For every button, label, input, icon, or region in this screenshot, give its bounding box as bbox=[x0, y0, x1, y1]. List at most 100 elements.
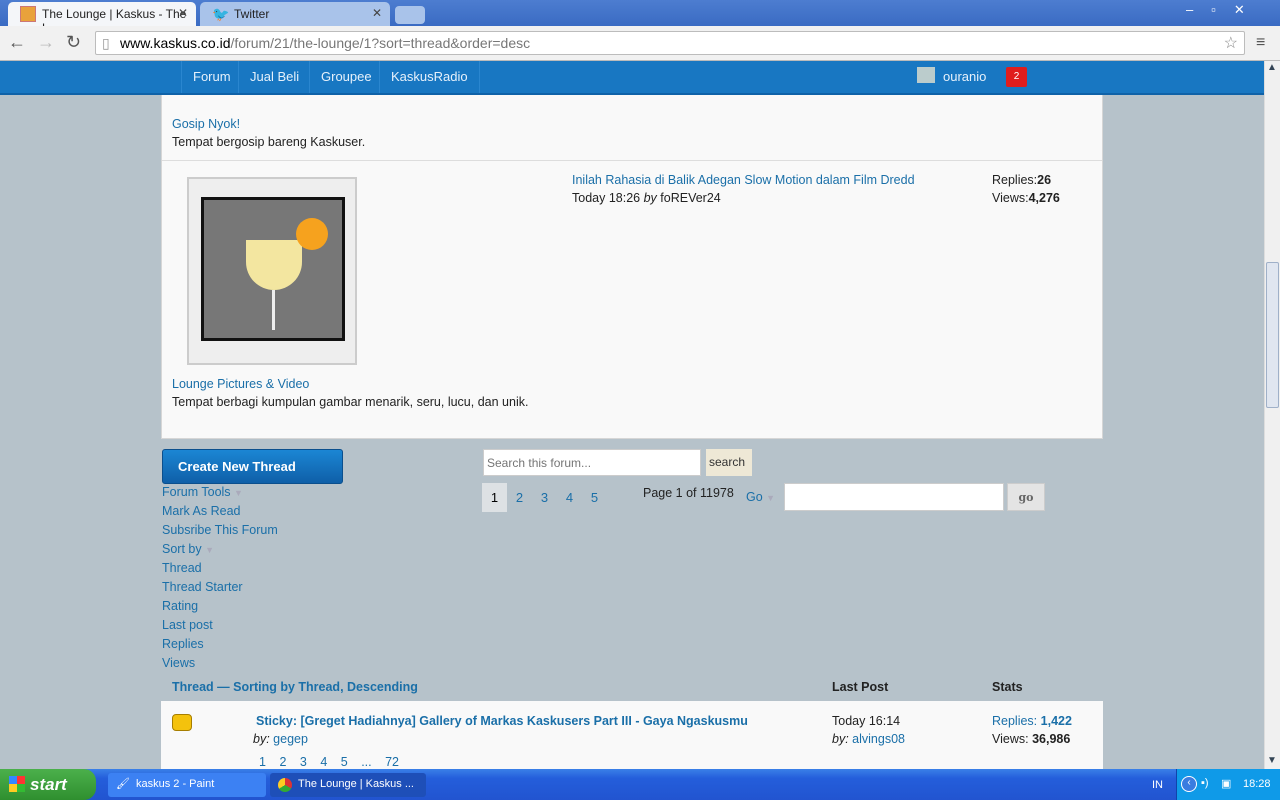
last-user-link[interactable]: alvings08 bbox=[852, 732, 905, 746]
by-label: by bbox=[643, 191, 657, 205]
vertical-scrollbar[interactable] bbox=[1264, 61, 1280, 769]
sort-by-menu[interactable]: Sort by ▼ bbox=[162, 542, 214, 556]
caret-down-icon: ▼ bbox=[205, 545, 215, 555]
thread-page-link[interactable]: 4 bbox=[320, 755, 327, 769]
replies-label: Replies: bbox=[992, 173, 1038, 187]
sort-thread[interactable]: Thread bbox=[162, 561, 202, 575]
clock[interactable]: 18:28 bbox=[1243, 778, 1271, 790]
thread-page-link[interactable]: 1 bbox=[259, 755, 266, 769]
back-icon[interactable]: ← bbox=[8, 32, 26, 53]
system-tray: ‹ ▪) ▣ 18:28 bbox=[1176, 769, 1280, 800]
forward-icon[interactable]: → bbox=[37, 32, 55, 53]
thread-page-link[interactable]: 5 bbox=[341, 755, 348, 769]
go-button[interactable]: go bbox=[1007, 483, 1045, 511]
thread-page-link[interactable]: 3 bbox=[300, 755, 307, 769]
replies-count[interactable]: 1,422 bbox=[1041, 714, 1072, 728]
monitor-icon[interactable]: ▣ bbox=[1221, 777, 1231, 790]
show-hidden-icons[interactable]: ‹ bbox=[1181, 776, 1197, 792]
new-tab-button[interactable] bbox=[395, 6, 425, 24]
sort-thread-starter[interactable]: Thread Starter bbox=[162, 580, 243, 594]
scroll-up-icon[interactable]: ▲ bbox=[1267, 62, 1277, 73]
nav-jual-beli[interactable]: Jual Beli bbox=[238, 61, 310, 93]
bookmark-star-icon[interactable]: ☆ bbox=[1224, 33, 1238, 53]
scroll-down-icon[interactable]: ▼ bbox=[1267, 755, 1277, 766]
network-icon[interactable]: ▪) bbox=[1201, 777, 1209, 789]
nav-kaskusradio[interactable]: KaskusRadio bbox=[379, 61, 480, 93]
last-post-by: by: alvings08 bbox=[832, 732, 905, 746]
paint-icon: 🖌 bbox=[116, 778, 130, 790]
replies-label: Replies: bbox=[992, 714, 1038, 728]
create-new-thread-button[interactable]: Create New Thread bbox=[162, 449, 343, 484]
sort-rating[interactable]: Rating bbox=[162, 599, 198, 613]
stats-column-header: Stats bbox=[992, 680, 1023, 694]
starter-link[interactable]: gegep bbox=[273, 732, 308, 746]
thread-title-link[interactable]: Sticky: [Greget Hadiahnya] Gallery of Ma… bbox=[256, 714, 748, 728]
views-stat: Views:4,276 bbox=[992, 191, 1060, 205]
search-input[interactable] bbox=[483, 449, 701, 476]
forum-tools-menu[interactable]: Forum Tools ▼ bbox=[162, 485, 243, 499]
tab-twitter[interactable]: 🐦 Twitter ✕ bbox=[200, 2, 390, 26]
caret-down-icon: ▼ bbox=[234, 488, 243, 498]
replies-stat: Replies: 1,422 bbox=[992, 714, 1072, 728]
site-navbar: Forum Jual Beli Groupee KaskusRadio oura… bbox=[0, 61, 1264, 95]
notification-badge[interactable]: 2 bbox=[1006, 67, 1027, 87]
by-label: by: bbox=[832, 732, 849, 746]
last-post-user[interactable]: foREVer24 bbox=[660, 191, 720, 205]
address-bar[interactable]: ▯ www.kaskus.co.id/forum/21/the-lounge/1… bbox=[95, 31, 1245, 55]
views-count: 36,986 bbox=[1032, 732, 1071, 746]
page-5[interactable]: 5 bbox=[582, 483, 607, 512]
ellipsis: ... bbox=[361, 755, 372, 769]
last-post-info: Today 18:26 by foREVer24 bbox=[572, 191, 721, 205]
start-button[interactable]: start bbox=[0, 769, 96, 800]
reload-icon[interactable]: ↻ bbox=[66, 32, 81, 53]
sort-last-post[interactable]: Last post bbox=[162, 618, 213, 632]
go-menu[interactable]: Go ▼ bbox=[746, 490, 775, 504]
page-2[interactable]: 2 bbox=[507, 483, 532, 512]
task-label: The Lounge | Kaskus ... bbox=[298, 778, 414, 790]
browser-tab-bar: The Lounge | Kaskus - The L ✕ 🐦 Twitter … bbox=[0, 0, 1280, 35]
subforum-title[interactable]: Gosip Nyok! bbox=[172, 117, 240, 131]
go-label: Go bbox=[746, 490, 763, 504]
thread-pages: 1 2 3 4 5 ... 72 bbox=[259, 755, 399, 769]
page-info: Page 1 of 11978 bbox=[643, 486, 734, 500]
thread-table-header: Thread — Sorting by Thread, Descending L… bbox=[161, 677, 1103, 701]
subforum-desc: Tempat bergosip bareng Kaskuser. bbox=[172, 135, 366, 149]
nav-groupee[interactable]: Groupee bbox=[309, 61, 383, 93]
username[interactable]: ouranio bbox=[943, 69, 986, 84]
thread-starter: by: gegep bbox=[253, 732, 308, 746]
mark-as-read-link[interactable]: Mark As Read bbox=[162, 504, 241, 518]
page-1[interactable]: 1 bbox=[482, 483, 507, 512]
menu-icon[interactable]: ≡ bbox=[1256, 34, 1265, 52]
views-label: Views: bbox=[992, 732, 1029, 746]
language-indicator[interactable]: IN bbox=[1152, 779, 1163, 791]
replies-stat: Replies:26 bbox=[992, 173, 1051, 187]
last-thread-link[interactable]: Inilah Rahasia di Balik Adegan Slow Moti… bbox=[572, 173, 915, 187]
thread-page-link[interactable]: 72 bbox=[385, 755, 399, 769]
nav-forum[interactable]: Forum bbox=[181, 61, 242, 93]
sort-views[interactable]: Views bbox=[162, 656, 195, 670]
page-3[interactable]: 3 bbox=[532, 483, 557, 512]
thread-page-link[interactable]: 2 bbox=[279, 755, 286, 769]
tab-title: Twitter bbox=[234, 7, 270, 21]
scrollbar-thumb[interactable] bbox=[1266, 262, 1279, 408]
close-tab-icon[interactable]: ✕ bbox=[178, 6, 188, 20]
page-4[interactable]: 4 bbox=[557, 483, 582, 512]
close-tab-icon[interactable]: ✕ bbox=[372, 6, 382, 20]
forum-tools-label: Forum Tools bbox=[162, 485, 231, 499]
tab-kaskus[interactable]: The Lounge | Kaskus - The L ✕ bbox=[8, 2, 196, 35]
caret-down-icon: ▼ bbox=[766, 493, 776, 503]
search-button[interactable]: search bbox=[706, 449, 752, 476]
thread-column-header[interactable]: Thread — Sorting by Thread, Descending bbox=[172, 680, 418, 694]
subscribe-forum-link[interactable]: Subsribe This Forum bbox=[162, 523, 278, 537]
views-count: 4,276 bbox=[1028, 191, 1060, 205]
avatar[interactable] bbox=[917, 67, 935, 83]
views-label: Views: bbox=[992, 191, 1029, 205]
task-label: kaskus 2 - Paint bbox=[136, 778, 215, 790]
window-controls[interactable]: –▫✕ bbox=[1186, 2, 1263, 18]
task-chrome[interactable]: The Lounge | Kaskus ... bbox=[270, 773, 426, 797]
page-jump-input[interactable] bbox=[784, 483, 1004, 511]
start-label: start bbox=[30, 775, 67, 794]
subforum-title[interactable]: Lounge Pictures & Video bbox=[172, 377, 309, 391]
task-paint[interactable]: 🖌 kaskus 2 - Paint bbox=[108, 773, 266, 797]
sort-replies[interactable]: Replies bbox=[162, 637, 204, 651]
